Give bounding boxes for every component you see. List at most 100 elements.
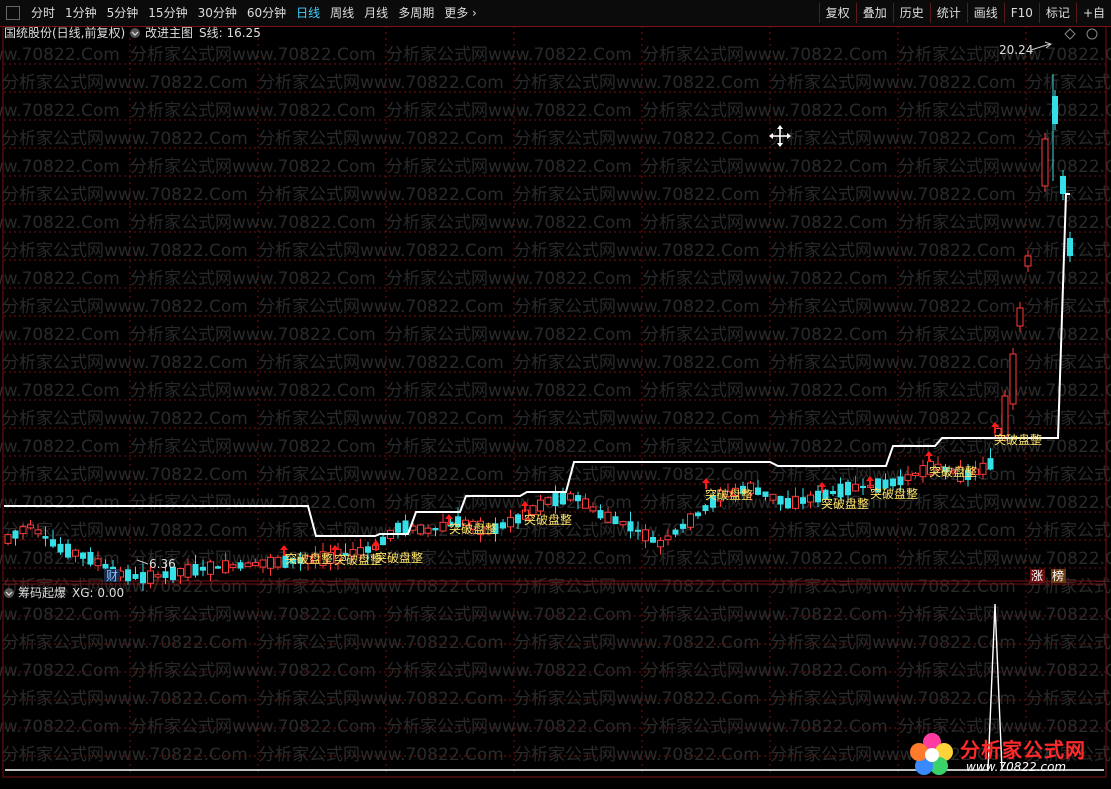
watermark-text: 分析家公式网www.70822.Com [258, 185, 504, 205]
watermark-text: 分析家公式网www.70822.Com [898, 213, 1111, 233]
watermark-text: 分析家公式网www.70822.Com [130, 717, 376, 737]
watermark-text: 分析家公式网www.70822.Com [258, 689, 504, 709]
watermark-text: 分析家公式网www.70822.Com [770, 73, 1016, 93]
candle-up [417, 524, 424, 535]
watermark-text: 分析家公式网www.70822.Com [130, 493, 376, 513]
toolbar-button-1[interactable]: 叠加 [855, 3, 893, 23]
period-tab-5[interactable]: 60分钟 [242, 0, 291, 26]
candle-up [27, 524, 34, 529]
candle-down [215, 566, 221, 569]
period-tab-0[interactable]: 分时 [26, 0, 60, 26]
watermark-text: 分析家公式网www.70822.Com [898, 605, 1111, 625]
candle-down [192, 563, 199, 576]
toolbar-button-0[interactable]: 复权 [818, 3, 856, 23]
settings-diamond-icon[interactable] [1064, 28, 1076, 40]
logo-url: www.70822.com [966, 760, 1067, 774]
watermark-text: 分析家公式网www.70822.Com [770, 353, 1016, 373]
watermark-text: 分析家公式网www.70822.Com [2, 633, 248, 653]
watermark-text: 分析家公式网www.70822.Com [258, 297, 504, 317]
period-tab-1[interactable]: 1分钟 [60, 0, 102, 26]
period-tab-2[interactable]: 5分钟 [102, 0, 144, 26]
indicator-name[interactable]: 改进主图 [145, 26, 193, 40]
toolbar-button-5[interactable]: F10 [1003, 3, 1039, 23]
watermark-text: 分析家公式网www.70822.Com [258, 241, 504, 261]
logo-name: 分析家公式网 [960, 738, 1086, 762]
watermark-text: 分析家公式网www.70822.Com [130, 45, 376, 65]
watermark-text: 分析家公式网www.70822.Com [2, 689, 248, 709]
candle-up [807, 494, 814, 503]
candle-up [979, 462, 987, 475]
candle-down [777, 495, 784, 505]
candle-down [695, 512, 701, 517]
candle-down [402, 520, 409, 534]
watermark-text: 分析家公式网www.70822.Com [0, 269, 120, 289]
candle-up [619, 521, 627, 526]
candle-up [919, 465, 927, 478]
limit-up-badge[interactable]: 涨 [1030, 568, 1045, 583]
candle-down [162, 571, 169, 579]
candle-down [837, 483, 844, 498]
period-tab-9[interactable]: 多周期 [393, 0, 439, 26]
candle-down [987, 458, 994, 470]
candle-up [72, 549, 79, 557]
period-tab-8[interactable]: 月线 [359, 0, 393, 26]
watermark-text: 分析家公式网www.70822.Com [514, 353, 760, 373]
watermark-text: 分析家公式网www.70822.Com [898, 269, 1111, 289]
sub-indicator-dropdown-icon[interactable] [4, 588, 14, 598]
sub-indicator-name[interactable]: 筹码起爆 [18, 586, 66, 600]
watermark-text: 分析家公式网www.70822.Com [514, 577, 760, 597]
watermark-text: 分析家公式网www.70822.Com [898, 157, 1111, 177]
period-tab-3[interactable]: 15分钟 [143, 0, 192, 26]
watermark-text: 分析家公式网www.70822.Com [0, 717, 120, 737]
watermark-text: 分析家公式网www.70822.Com [770, 129, 1016, 149]
kline-chart[interactable]: 分析家公式网www.70822.Com 分析家公式网www.70822.Com 分析… [0, 26, 1111, 789]
candle-down [12, 530, 19, 539]
watermark-text: 分析家公式网www.70822.Com [258, 577, 504, 597]
watermark-text: 分析家公式网www.70822.Com [642, 661, 888, 681]
watermark-text: 分析家公式网www.70822.Com [642, 437, 888, 457]
watermark-text: 分析家公式网www.70822.Com [642, 213, 888, 233]
watermark-text: 分析家公式网www.70822.Com [1026, 129, 1111, 149]
candle-down [612, 516, 619, 525]
flower-logo-icon [910, 733, 953, 775]
toolbar-button-3[interactable]: 统计 [929, 3, 967, 23]
watermark-text: 分析家公式网www.70822.Com [642, 157, 888, 177]
close-icon[interactable] [1086, 28, 1098, 40]
watermark-text: 分析家公式网www.70822.Com [1026, 73, 1111, 93]
period-tab-10[interactable]: 更多 › [439, 0, 482, 26]
window-menu-icon[interactable] [6, 6, 20, 20]
watermark-text: 分析家公式网www.70822.Com [0, 213, 120, 233]
candle-up [4, 534, 12, 544]
watermark-text: 分析家公式网www.70822.Com [386, 269, 632, 289]
watermark-text: 分析家公式网www.70822.Com [386, 605, 632, 625]
watermark-text: 分析家公式网www.70822.Com [0, 325, 120, 345]
svg-text:涨: 涨 [1031, 568, 1043, 583]
candle-down [140, 572, 146, 584]
rank-badge[interactable]: 榜 [1051, 568, 1066, 583]
watermark-text: 分析家公式网www.70822.Com [2, 297, 248, 317]
watermark-text: 分析家公式网www.70822.Com [0, 381, 120, 401]
watermark-text: 分析家公式网www.70822.Com [1026, 297, 1111, 317]
toolbar-button-4[interactable]: 画线 [966, 3, 1004, 23]
period-tab-6[interactable]: 日线 [291, 0, 325, 26]
toolbar-button-2[interactable]: 历史 [892, 3, 930, 23]
watermark-text: 分析家公式网www.70822.Com [258, 465, 504, 485]
period-tab-4[interactable]: 30分钟 [193, 0, 242, 26]
candle-up [912, 472, 919, 476]
period-tab-7[interactable]: 周线 [325, 0, 359, 26]
signal-label: 突破盘整 [524, 512, 572, 527]
watermark-text: 分析家公式网www.70822.Com [898, 661, 1111, 681]
watermark-text: 分析家公式网www.70822.Com [258, 745, 504, 765]
watermark-text: 分析家公式网www.70822.Com [770, 577, 1016, 597]
indicator-value: S线: 16.25 [199, 26, 261, 40]
indicator-dropdown-icon[interactable] [130, 28, 140, 38]
site-logo: 分析家公式网 www.70822.com [906, 728, 1102, 782]
candle-down [515, 514, 521, 524]
candle-down [42, 536, 49, 539]
max-price-label: 20.24 [999, 43, 1033, 57]
toolbar-button-6[interactable]: 标记 [1038, 3, 1076, 23]
watermark-text: 分析家公式网www.70822.Com [2, 129, 248, 149]
signal-label: 突破盘整 [375, 550, 423, 565]
finance-badge[interactable]: 财 [104, 569, 120, 583]
toolbar-button-7[interactable]: +自 [1075, 3, 1111, 23]
